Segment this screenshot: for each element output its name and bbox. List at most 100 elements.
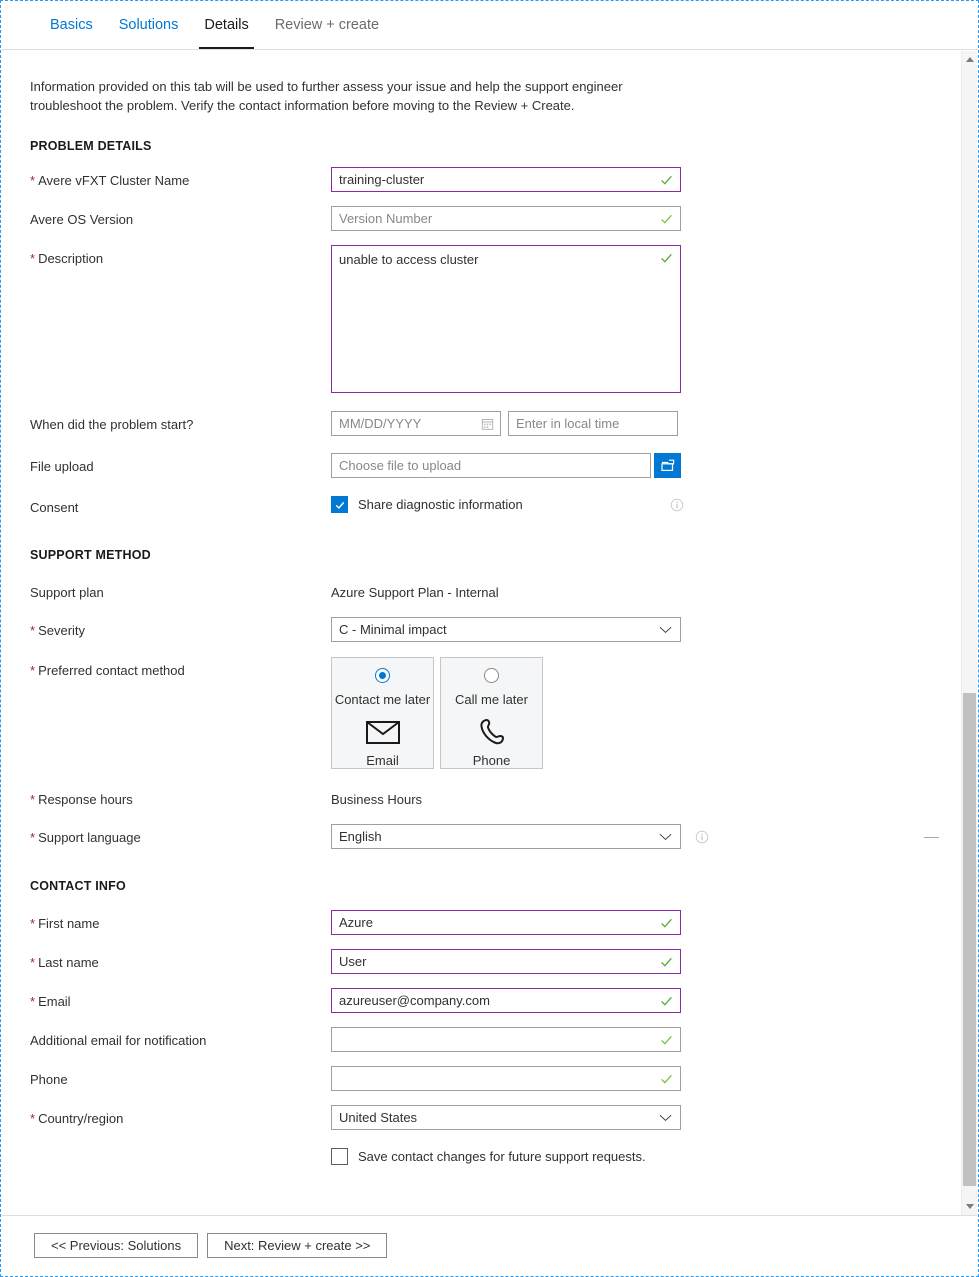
intro-text: Information provided on this tab will be… — [30, 79, 623, 113]
label-country-region: * Country/region — [30, 1111, 124, 1126]
valid-check-icon — [661, 1074, 672, 1084]
tab-basics[interactable]: Basics — [37, 1, 106, 48]
scrollbar-thumb[interactable] — [963, 693, 976, 1186]
problem-start-date-input[interactable]: MM/DD/YYYY — [331, 411, 501, 436]
contact-method-radio-email[interactable] — [375, 668, 390, 683]
field-row-severity: * Severity C - Minimal impact — [30, 617, 941, 642]
support-language-select[interactable]: English — [331, 824, 681, 849]
envelope-icon — [365, 720, 400, 744]
label-support-plan: Support plan — [30, 585, 104, 600]
tab-details[interactable]: Details — [191, 1, 261, 48]
tab-review-create[interactable]: Review + create — [262, 1, 392, 48]
field-row-preferred-contact-method: * Preferred contact method Contact me lat… — [30, 657, 941, 769]
field-row-file-upload: File upload Choose file to upload — [30, 453, 941, 478]
support-plan-value: Azure Support Plan - Internal — [331, 585, 499, 600]
problem-start-time-input[interactable]: Enter in local time — [508, 411, 678, 436]
os-version-input[interactable]: Version Number — [331, 206, 681, 231]
label-email: * Email — [30, 994, 71, 1009]
wizard-tab-strip: Basics Solutions Details Review + create — [1, 1, 978, 50]
contact-method-card-email[interactable]: Contact me later Email — [331, 657, 434, 769]
vertical-scrollbar[interactable] — [961, 51, 977, 1215]
label-last-name: * Last name — [30, 955, 99, 970]
last-name-input[interactable]: User — [331, 949, 681, 974]
calendar-icon[interactable] — [481, 417, 494, 430]
label-problem-start: When did the problem start? — [30, 417, 194, 432]
phone-input[interactable] — [331, 1066, 681, 1091]
label-cluster-name: * Avere vFXT Cluster Name — [30, 173, 190, 188]
file-browse-button[interactable] — [654, 453, 681, 478]
label-preferred-contact-method: * Preferred contact method — [30, 663, 185, 678]
save-contact-checkbox-label: Save contact changes for future support … — [358, 1149, 646, 1164]
caret-up-icon — [965, 57, 974, 62]
field-row-first-name: * First name Azure — [30, 910, 941, 935]
form-scroll-region: Information provided on this tab will be… — [1, 51, 978, 1215]
field-row-save-contact: Save contact changes for future support … — [30, 1146, 941, 1168]
support-request-details-panel: Basics Solutions Details Review + create… — [0, 0, 979, 1277]
field-row-cluster-name: * Avere vFXT Cluster Name training-cluste… — [30, 167, 941, 192]
consent-checkbox[interactable] — [331, 496, 348, 513]
label-additional-email: Additional email for notification — [30, 1033, 207, 1048]
label-first-name: * First name — [30, 916, 100, 931]
contact-method-phone-sub: Phone — [472, 753, 511, 768]
label-description: * Description — [30, 251, 104, 266]
cluster-name-input[interactable]: training-cluster — [331, 167, 681, 192]
contact-method-phone-title: Call me later — [455, 692, 528, 707]
section-heading-support-method: SUPPORT METHOD — [30, 548, 151, 562]
first-name-input[interactable]: Azure — [331, 910, 681, 935]
section-heading-contact-info: CONTACT INFO — [30, 879, 126, 893]
chevron-down-icon — [659, 1114, 672, 1121]
label-os-version: Avere OS Version — [30, 212, 134, 227]
next-review-create-button[interactable]: Next: Review + create >> — [207, 1233, 388, 1258]
required-marker: * — [30, 623, 36, 638]
label-save-contact-spacer — [30, 1146, 331, 1150]
email-input[interactable]: azureuser@company.com — [331, 988, 681, 1013]
country-region-value: United States — [339, 1110, 418, 1125]
last-name-value: User — [339, 954, 367, 969]
required-marker: * — [30, 173, 36, 188]
contact-method-card-phone[interactable]: Call me later Phone — [440, 657, 543, 769]
contact-method-radio-phone[interactable] — [484, 668, 499, 683]
chevron-down-icon — [659, 833, 672, 840]
field-row-phone: Phone — [30, 1066, 941, 1091]
field-row-description: * Description unable to access cluster — [30, 245, 941, 393]
required-marker: * — [30, 663, 36, 678]
description-textarea[interactable]: unable to access cluster — [331, 245, 681, 393]
scroll-up-button[interactable] — [962, 51, 977, 68]
country-region-select[interactable]: United States — [331, 1105, 681, 1130]
email-value: azureuser@company.com — [339, 993, 490, 1008]
file-upload-input[interactable]: Choose file to upload — [331, 453, 651, 478]
contact-method-card-group: Contact me later Email Call me later Pho… — [331, 657, 543, 769]
response-hours-value: Business Hours — [331, 792, 423, 807]
details-form: Information provided on this tab will be… — [1, 51, 941, 1208]
required-marker: * — [30, 792, 36, 807]
cluster-name-value: training-cluster — [339, 172, 425, 187]
save-contact-checkbox[interactable] — [331, 1148, 348, 1165]
problem-start-time-placeholder: Enter in local time — [516, 416, 620, 431]
chevron-down-icon — [659, 626, 672, 633]
field-row-country-region: * Country/region United States — [30, 1105, 941, 1130]
problem-start-date-placeholder: MM/DD/YYYY — [339, 416, 422, 431]
label-response-hours: * Response hours — [30, 792, 133, 807]
valid-check-icon — [661, 1035, 672, 1045]
checkmark-icon — [335, 501, 344, 509]
required-marker: * — [30, 955, 36, 970]
scroll-down-button[interactable] — [962, 1198, 977, 1215]
info-icon[interactable] — [695, 830, 709, 844]
contact-method-email-title: Contact me later — [334, 692, 431, 707]
severity-select[interactable]: C - Minimal impact — [331, 617, 681, 642]
contact-method-email-sub: Email — [366, 753, 399, 768]
phone-icon — [479, 719, 504, 745]
additional-email-input[interactable] — [331, 1027, 681, 1052]
file-upload-placeholder: Choose file to upload — [339, 458, 462, 473]
info-icon[interactable] — [670, 498, 684, 512]
os-version-placeholder: Version Number — [339, 211, 433, 226]
label-severity: * Severity — [30, 623, 86, 638]
label-consent: Consent — [30, 500, 79, 515]
upload-folder-icon — [660, 459, 674, 472]
tab-solutions[interactable]: Solutions — [106, 1, 192, 48]
required-marker: * — [30, 251, 36, 266]
field-row-support-plan: Support plan Azure Support Plan - Intern… — [30, 579, 941, 603]
field-row-last-name: * Last name User — [30, 949, 941, 974]
required-marker: * — [30, 994, 36, 1009]
previous-solutions-button[interactable]: << Previous: Solutions — [34, 1233, 199, 1258]
